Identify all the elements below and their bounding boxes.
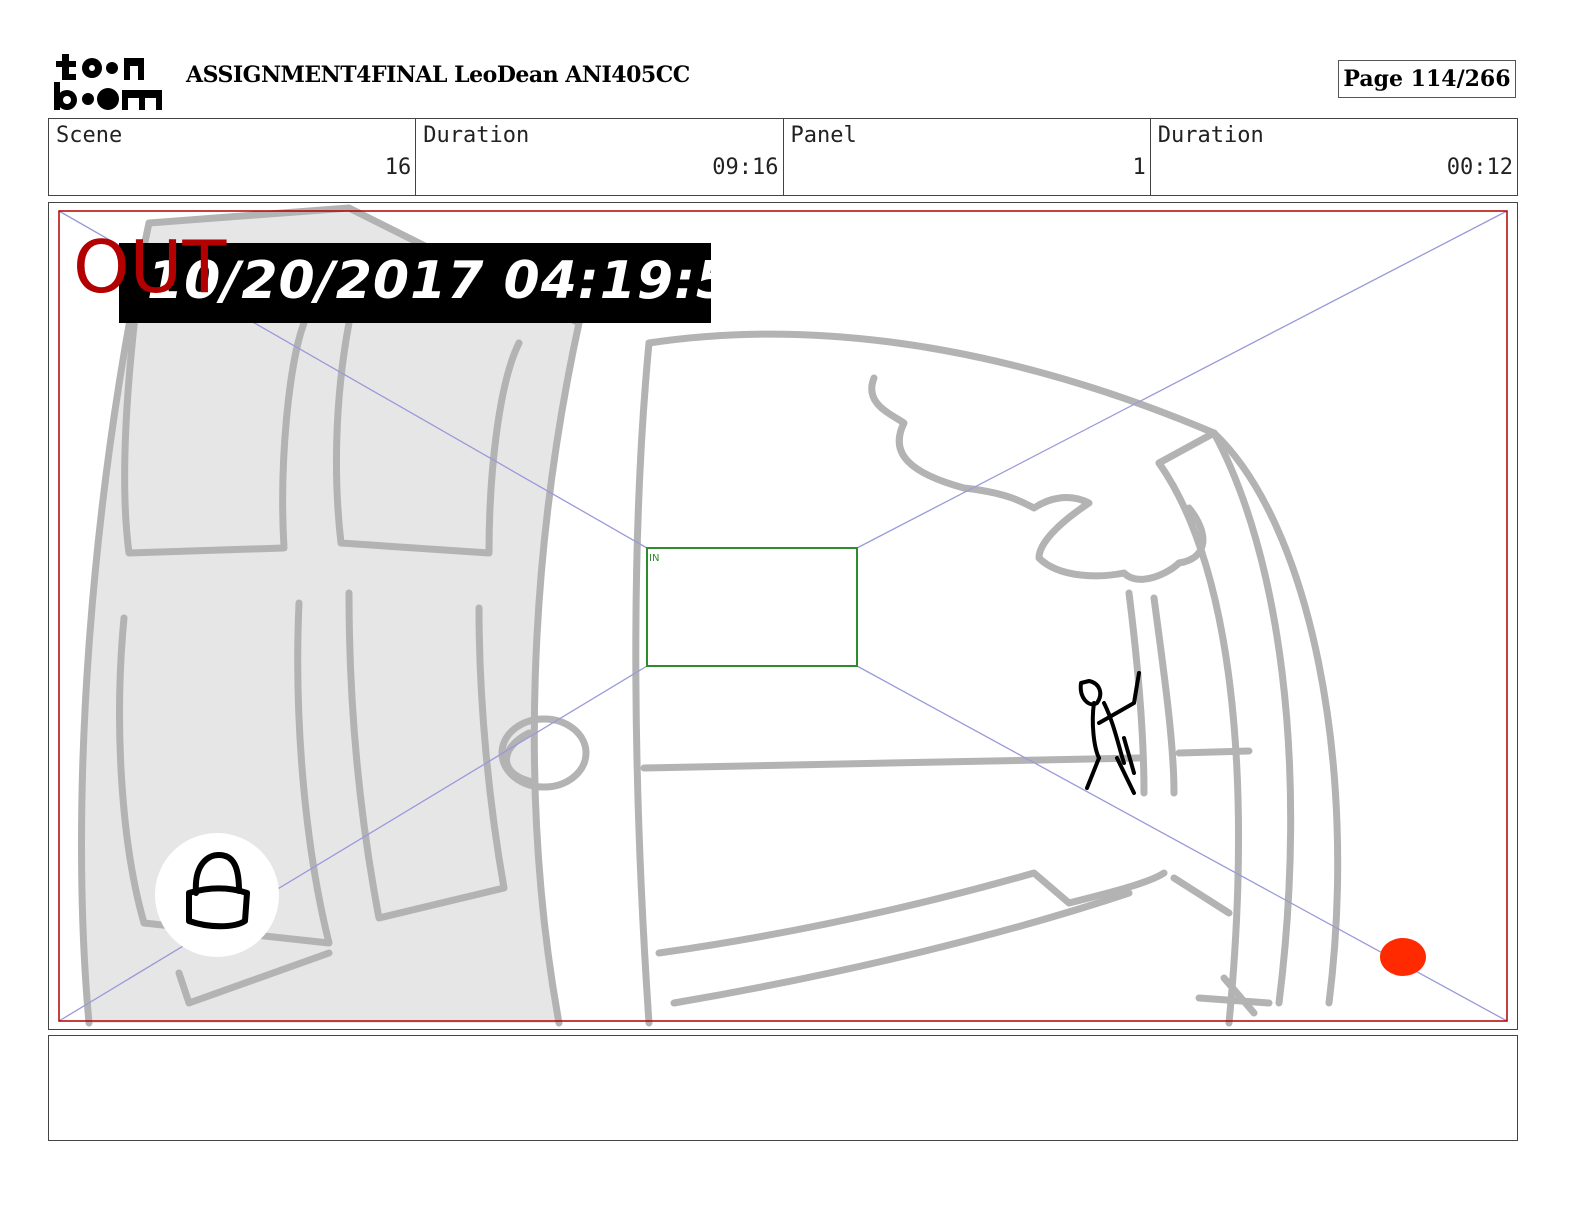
scene-duration-cell: Duration 09:16: [416, 119, 784, 195]
page-number: Page 114/266: [1338, 60, 1516, 98]
panel-value: 1: [1132, 155, 1146, 180]
project-title: ASSIGNMENT4FINAL LeoDean ANI405CC: [186, 62, 690, 88]
panel-duration-cell: Duration 00:12: [1151, 119, 1517, 195]
storyboard-panel: 10/20/2017 04:19:53 OUT IN: [48, 202, 1518, 1030]
panel-duration-label: Duration: [1157, 123, 1264, 148]
out-label: OUT: [73, 225, 227, 309]
scene-value: 16: [384, 155, 412, 180]
record-dot-icon: [1380, 938, 1426, 976]
panel-duration-value: 00:12: [1446, 155, 1513, 180]
in-frame: [646, 547, 858, 667]
scene-cell: Scene 16: [49, 119, 417, 195]
panel-label: Panel: [790, 123, 857, 148]
lock-icon: [155, 833, 279, 957]
scene-label: Scene: [56, 123, 123, 148]
character-sketch: [1078, 671, 1141, 795]
panel-notes[interactable]: [48, 1035, 1518, 1141]
panel-info-table: Scene 16 Duration 09:16 Panel 1 Duration…: [48, 118, 1518, 196]
scene-duration-label: Duration: [423, 123, 530, 148]
scene-duration-value: 09:16: [712, 155, 779, 180]
timestamp-text: 10/20/2017 04:19:53: [147, 251, 771, 311]
in-label: IN: [649, 553, 660, 564]
panel-cell: Panel 1: [784, 119, 1151, 195]
toon-boom-logo: [52, 50, 164, 112]
panel-drawing: [58, 204, 1508, 1027]
